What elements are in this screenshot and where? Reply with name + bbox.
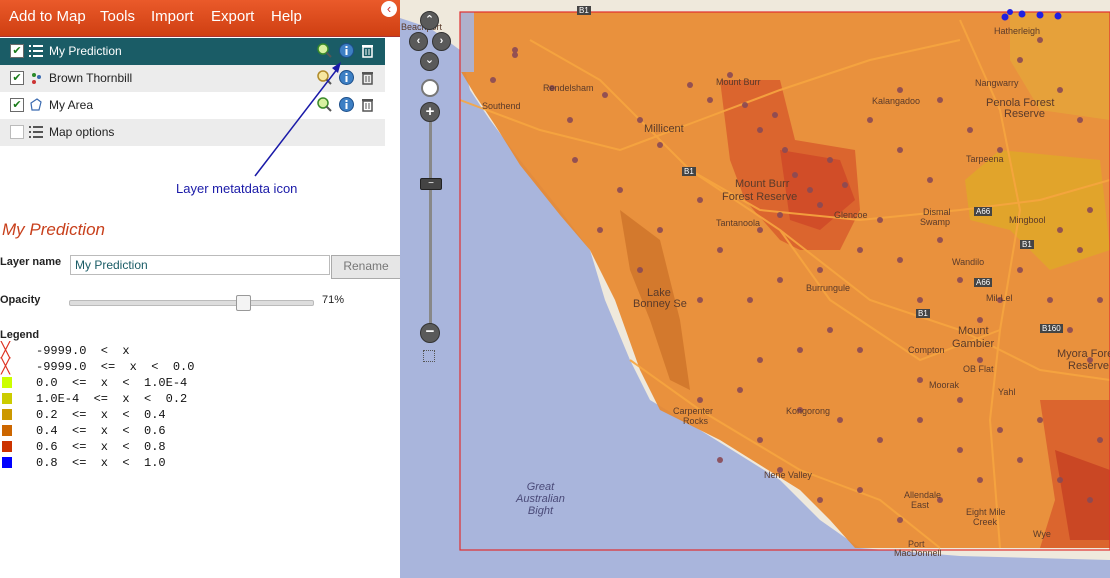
legend-row: 0.6 <= x < 0.8 <box>0 439 260 455</box>
place-label: Eight Mile <box>966 507 1006 517</box>
place-label: Kongorong <box>786 406 831 416</box>
legend-title: Legend <box>0 329 40 341</box>
place-label: MacDonnell <box>894 548 942 558</box>
place-label: Kalangadoo <box>872 96 921 106</box>
legend-row: 0.2 <= x < 0.4 <box>0 407 260 423</box>
place-label: Mingbool <box>1009 215 1046 225</box>
place-label: Allendale <box>904 490 942 500</box>
place-label: Yahl <box>998 387 1016 397</box>
place-label: Nene Valley <box>764 470 812 480</box>
place-label: Tarpeena <box>966 154 1004 164</box>
legend-label: 1.0E-4 <= x < 0.2 <box>36 392 188 406</box>
zoom-slider-track[interactable] <box>429 122 432 324</box>
place-label: Southend <box>482 101 521 111</box>
legend-swatch <box>2 377 12 388</box>
legend-swatch <box>2 441 12 452</box>
road-shield: B160 <box>1040 324 1063 333</box>
pan-left-button[interactable]: ‹ <box>409 32 428 51</box>
zoom-box-icon[interactable] <box>423 350 435 362</box>
legend-label: -9999.0 < x <box>36 344 130 358</box>
legend-label: -9999.0 <= x < 0.0 <box>36 360 195 374</box>
layer-detail-title: My Prediction <box>2 220 105 239</box>
legend-row: ╳ -9999.0 < x <box>0 343 260 359</box>
legend-nodata-icon: ╳ <box>1 341 11 359</box>
place-label: Moorak <box>929 380 960 390</box>
place-label: Reserve <box>1068 360 1109 372</box>
road-shield: B1 <box>682 167 696 176</box>
place-label: Myora Forest <box>1057 348 1110 360</box>
pan-right-button[interactable]: › <box>432 32 451 51</box>
legend-swatch <box>2 409 12 420</box>
opacity-value: 71% <box>322 294 345 306</box>
layer-name-input[interactable] <box>70 255 330 275</box>
place-label: Millicent <box>644 123 684 135</box>
legend-swatch <box>2 425 12 436</box>
zoom-world-icon[interactable] <box>421 79 439 97</box>
place-label: Dismal <box>923 207 951 217</box>
legend-label: 0.6 <= x < 0.8 <box>36 440 166 454</box>
place-label: Wye <box>1033 529 1051 539</box>
legend-label: 0.2 <= x < 0.4 <box>36 408 166 422</box>
road-shield: B1 <box>577 6 591 15</box>
legend-row: ╳ -9999.0 <= x < 0.0 <box>0 359 260 375</box>
layer-name-label: Layer name <box>0 256 62 268</box>
place-label: OB Flat <box>963 364 994 374</box>
place-label: Mil-Lel <box>986 293 1013 303</box>
road-shield: A66 <box>974 207 993 216</box>
legend-swatch <box>2 393 12 404</box>
opacity-slider-track[interactable] <box>69 300 314 306</box>
layer-panel: Add to Map Tools Import Export Help ‹ ✔ … <box>0 0 400 578</box>
place-label: Bonney Se <box>633 298 687 310</box>
place-label: Reserve <box>1004 108 1045 120</box>
place-label: Tantanoola <box>716 218 761 228</box>
place-label: Compton <box>908 345 945 355</box>
pan-up-button[interactable]: ⌃ <box>420 11 439 30</box>
pan-down-button[interactable]: ⌄ <box>420 52 439 71</box>
map-view[interactable]: Hatherleigh Rendelsham Mount Burr Kalang… <box>400 0 1110 578</box>
place-label: Mount Burr <box>716 77 761 87</box>
callout-arrow <box>254 62 341 177</box>
place-label: Rendelsham <box>543 83 594 93</box>
callout-label: Layer metatdata icon <box>176 181 298 196</box>
road-shield: A66 <box>974 278 993 287</box>
place-label: Swamp <box>920 217 951 227</box>
place-label: Carpenter <box>673 406 714 416</box>
place-label: Nangwarry <box>975 78 1019 88</box>
legend-label: 0.0 <= x < 1.0E-4 <box>36 376 188 390</box>
place-label: Creek <box>973 517 998 527</box>
place-label: Wandilo <box>952 257 985 267</box>
opacity-label: Opacity <box>0 294 41 306</box>
place-label: Gambier <box>952 338 995 350</box>
road-shield: B1 <box>1020 240 1034 249</box>
place-label: Rocks <box>683 416 709 426</box>
legend-label: 0.4 <= x < 0.6 <box>36 424 166 438</box>
place-label: Forest Reserve <box>722 191 798 203</box>
legend-row: 0.4 <= x < 0.6 <box>0 423 260 439</box>
sea-label: Great Australian Bight <box>516 481 565 517</box>
legend-swatch <box>2 457 12 468</box>
zoom-in-button[interactable]: + <box>420 102 440 122</box>
zoom-slider-handle[interactable]: − <box>420 178 442 190</box>
legend-row: 0.0 <= x < 1.0E-4 <box>0 375 260 391</box>
place-label: Mount <box>958 325 989 337</box>
opacity-slider-handle[interactable] <box>235 295 251 311</box>
place-label: Hatherleigh <box>994 26 1041 36</box>
place-label: Glencoe <box>834 210 868 220</box>
place-label: Mount Burr <box>735 178 790 190</box>
legend-nodata-icon: ╳ <box>1 357 11 375</box>
place-label: Burrungule <box>806 283 851 293</box>
place-label: East <box>911 500 930 510</box>
legend-label: 0.8 <= x < 1.0 <box>36 456 166 470</box>
road-shield: B1 <box>916 309 930 318</box>
legend-row: 0.8 <= x < 1.0 <box>0 455 260 471</box>
rename-button[interactable]: Rename <box>331 255 400 279</box>
zoom-out-button[interactable]: − <box>420 323 440 343</box>
legend-row: 1.0E-4 <= x < 0.2 <box>0 391 260 407</box>
